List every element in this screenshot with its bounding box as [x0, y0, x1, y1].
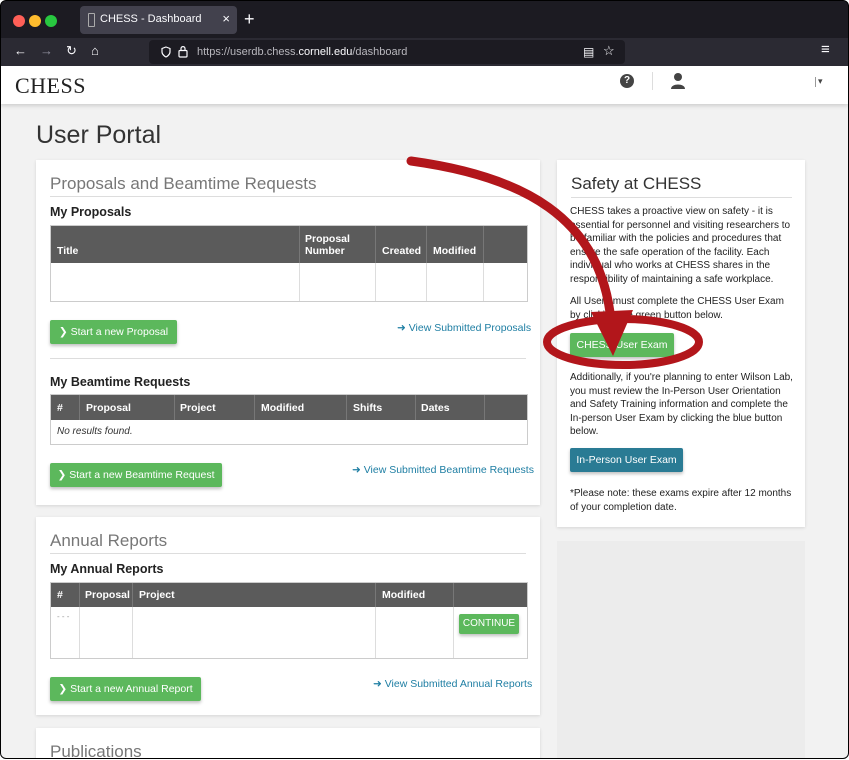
annotation-arrow-icon	[406, 156, 616, 326]
tab-bar: CHESS - Dashboard × +	[1, 1, 848, 38]
shield-icon[interactable]	[161, 46, 171, 58]
url-text[interactable]: https://userdb.chess.cornell.edu/dashboa…	[197, 46, 407, 58]
home-icon[interactable]: ⌂	[91, 43, 99, 59]
menu-icon[interactable]: ≡	[821, 42, 830, 58]
minimize-window-button[interactable]	[29, 15, 41, 27]
back-icon[interactable]: ←	[14, 43, 27, 59]
browser-window: CHESS - Dashboard × + ← → ↻ ⌂ https://us…	[0, 0, 849, 759]
forward-icon[interactable]: →	[40, 43, 53, 59]
favicon-icon	[88, 13, 95, 27]
tab-title: CHESS - Dashboard	[100, 13, 202, 25]
close-window-button[interactable]	[13, 15, 25, 27]
reader-view-icon[interactable]: ▤	[583, 44, 594, 60]
reload-icon[interactable]: ↻	[66, 43, 77, 59]
zoom-window-button[interactable]	[45, 15, 57, 27]
lock-icon[interactable]	[178, 45, 188, 58]
tab-dashboard[interactable]: CHESS - Dashboard ×	[80, 6, 237, 34]
url-bar[interactable]: https://userdb.chess.cornell.edu/dashboa…	[149, 40, 625, 64]
bookmark-star-icon[interactable]: ☆	[603, 43, 615, 59]
nav-bar: ← → ↻ ⌂ https://userdb.chess.cornell.edu…	[1, 38, 848, 66]
page-viewport: CHESS ? ▾ User Portal Proposals and Beam…	[1, 66, 848, 758]
annotation-overlay	[406, 156, 703, 369]
new-tab-button[interactable]: +	[244, 10, 255, 28]
tab-close-icon[interactable]: ×	[222, 11, 230, 26]
